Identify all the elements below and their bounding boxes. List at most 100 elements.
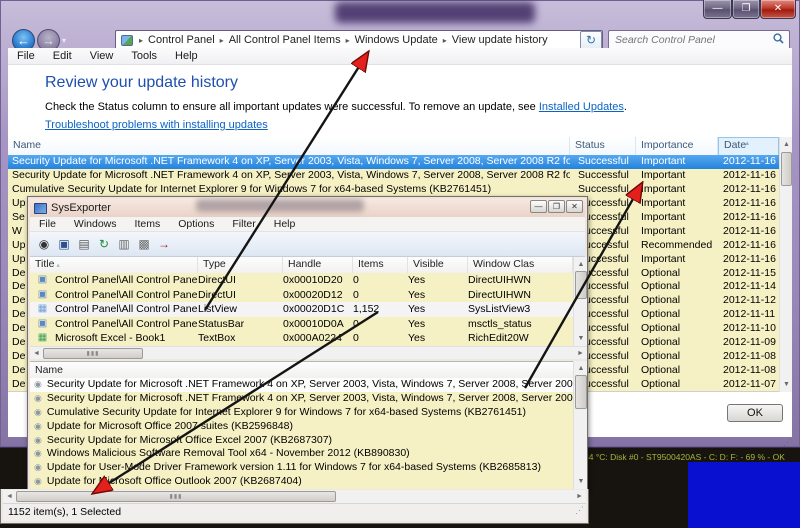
menu-item-edit[interactable]: Edit [44, 50, 81, 62]
close-button[interactable]: ✕ [760, 0, 796, 19]
scroll-left-icon[interactable]: ◄ [30, 347, 43, 360]
menu-item-help[interactable]: Help [166, 50, 207, 62]
menu-item-filter[interactable]: Filter [223, 218, 264, 230]
table-row[interactable]: Cumulative Security Update for Internet … [8, 182, 779, 197]
menu-item-help[interactable]: Help [265, 218, 305, 230]
scroll-right-icon[interactable]: ► [574, 347, 587, 360]
row-visible-cell: Yes [408, 317, 426, 330]
menu-item-file[interactable]: File [30, 218, 65, 230]
scrollbar-thumb[interactable] [575, 271, 587, 299]
exit-icon[interactable]: → [154, 235, 174, 253]
scroll-up-icon[interactable]: ▲ [574, 362, 588, 375]
scroll-up-icon[interactable]: ▲ [780, 138, 793, 151]
row-type-cell: DirectUI [198, 274, 236, 286]
scroll-right-icon[interactable]: ► [573, 490, 586, 503]
list-item[interactable]: ◉ Windows Malicious Software Removal Tool… [30, 447, 573, 462]
scrollbar-thumb[interactable] [575, 375, 587, 409]
sysexporter-items-list: ◉ Security Update for Microsoft .NET Fram… [30, 378, 573, 489]
maximize-button[interactable]: ❐ [548, 200, 565, 213]
column-header-title[interactable]: Title ▴ [30, 257, 198, 273]
column-header-type[interactable]: Type [198, 257, 283, 273]
window-source-icon: ▦ [37, 332, 48, 344]
lower-pane-hscrollbar[interactable]: ◄ ▮▮▮ ► [3, 490, 586, 503]
scroll-up-icon[interactable]: ▲ [574, 258, 588, 271]
menu-item-view[interactable]: View [81, 50, 123, 62]
list-item[interactable]: ◉ Update for Microsoft Office 2007 suites… [30, 419, 573, 434]
sysexporter-app-icon [34, 202, 47, 214]
scroll-down-icon[interactable]: ▼ [574, 475, 588, 488]
column-header-window-clas[interactable]: Window Clas [468, 257, 573, 273]
installed-updates-link[interactable]: Installed Updates [539, 101, 624, 113]
item-bullet-icon: ◉ [34, 434, 42, 445]
row-date-cell: 2012-11-12 [723, 294, 776, 307]
scroll-down-icon[interactable]: ▼ [780, 378, 793, 391]
menu-item-items[interactable]: Items [126, 218, 170, 230]
search-box[interactable] [608, 30, 790, 50]
export-document-icon[interactable]: ▤ [74, 235, 94, 253]
save-icon[interactable]: ▣ [54, 235, 74, 253]
properties-icon[interactable]: ▩ [134, 235, 154, 253]
list-item[interactable]: ◉ Update for Microsoft Office Outlook 200… [30, 475, 573, 489]
sort-indicator-icon: ▴ [54, 262, 60, 269]
list-item[interactable]: ◉ Security Update for Microsoft .NET Fram… [30, 378, 573, 392]
name-column-header[interactable]: Name [30, 361, 573, 378]
breadcrumb-chevron-icon: ▸ [139, 35, 144, 45]
search-input[interactable] [609, 34, 773, 46]
table-row[interactable]: ▣ Control Panel\All Control Panel Items\W… [30, 316, 573, 332]
row-date-cell: 2012-11-08 [723, 364, 776, 377]
search-icon[interactable] [773, 31, 789, 49]
maximize-button[interactable]: ❐ [732, 0, 760, 19]
scrollbar-thumb[interactable]: ▮▮▮ [16, 491, 336, 502]
menu-item-options[interactable]: Options [169, 218, 223, 230]
list-item[interactable]: ◉ Security Update for Microsoft .NET Fram… [30, 391, 573, 406]
table-row[interactable]: Security Update for Microsoft .NET Frame… [8, 155, 779, 169]
grab-window-icon[interactable]: ◉ [34, 235, 54, 253]
breadcrumb-segment[interactable]: Windows Update [352, 34, 441, 46]
row-date-cell: 2012-11-16 [723, 252, 776, 265]
upper-pane-scrollbar[interactable]: ▲ ▼ [573, 257, 587, 346]
list-item[interactable]: ◉ Security Update for Microsoft Office Ex… [30, 433, 573, 448]
address-bar[interactable]: ▸ Control Panel ▸ All Control Panel Items ▸… [115, 30, 603, 50]
sysexporter-table-header: Title ▴ Type Handle Items Visible Window Clas [30, 257, 573, 273]
scrollbar-thumb[interactable]: ▮▮▮ [43, 348, 143, 359]
scrollbar-thumb[interactable] [781, 152, 792, 186]
sysexporter-menu-bar: File Windows Items Options Filter Help [30, 217, 585, 232]
resize-grip[interactable]: ⋰ [783, 437, 792, 448]
table-row[interactable]: ▣ Control Panel\All Control Panel Items\W… [30, 287, 573, 303]
menu-item-windows[interactable]: Windows [65, 218, 126, 230]
column-header-items[interactable]: Items [353, 257, 408, 273]
recent-pages-dropdown-icon[interactable]: ▾ [62, 36, 66, 45]
breadcrumb-segment[interactable]: View update history [449, 34, 551, 46]
column-header-visible[interactable]: Visible [408, 257, 468, 273]
scroll-left-icon[interactable]: ◄ [3, 490, 16, 503]
list-item[interactable]: ◉ Update for User-Mode Driver Framework v… [30, 461, 573, 476]
close-button[interactable]: ✕ [566, 200, 583, 213]
upper-pane-hscrollbar[interactable]: ◄ ▮▮▮ ► [30, 346, 587, 359]
refresh-icon[interactable]: ↻ [94, 235, 114, 253]
table-row[interactable]: ▣ Control Panel\All Control Panel Items\W… [30, 273, 573, 288]
table-row[interactable]: ▦ Microsoft Excel - Book1 TextBox 0x000A022… [30, 331, 573, 346]
ok-button[interactable]: OK [727, 404, 783, 422]
minimize-button[interactable]: — [703, 0, 732, 19]
scroll-down-icon[interactable]: ▼ [574, 332, 588, 345]
column-header-handle[interactable]: Handle [283, 257, 353, 273]
menu-item-tools[interactable]: Tools [122, 50, 166, 62]
row-handle-cell: 0x000A0224 [283, 332, 342, 345]
row-class-cell: RichEdit20W [468, 332, 529, 345]
breadcrumb-segment[interactable]: Control Panel [145, 34, 218, 46]
main-scrollbar[interactable]: ▲ ▼ [779, 137, 792, 392]
list-item[interactable]: ◉ Cumulative Security Update for Internet… [30, 405, 573, 420]
table-row[interactable]: ▦ Control Panel\All Control Panel Items\W… [30, 302, 573, 317]
row-date-cell: 2012-11-14 [723, 280, 776, 293]
resize-grip[interactable]: ⋰ [575, 505, 584, 516]
copy-icon[interactable]: ▥ [114, 235, 134, 253]
troubleshoot-link[interactable]: Troubleshoot problems with installing up… [45, 119, 268, 131]
minimize-button[interactable]: — [530, 200, 547, 213]
lower-pane-scrollbar[interactable]: ▲ ▼ [573, 361, 587, 489]
row-date-cell: 2012-11-15 [723, 266, 776, 279]
table-row[interactable]: Security Update for Microsoft .NET Frame… [8, 168, 779, 183]
menu-item-file[interactable]: File [8, 50, 44, 62]
row-title-cell: Control Panel\All Control Panel Items\Wi… [55, 303, 198, 316]
breadcrumb-chevron-icon: ▸ [345, 36, 350, 45]
breadcrumb-segment[interactable]: All Control Panel Items [226, 34, 344, 46]
